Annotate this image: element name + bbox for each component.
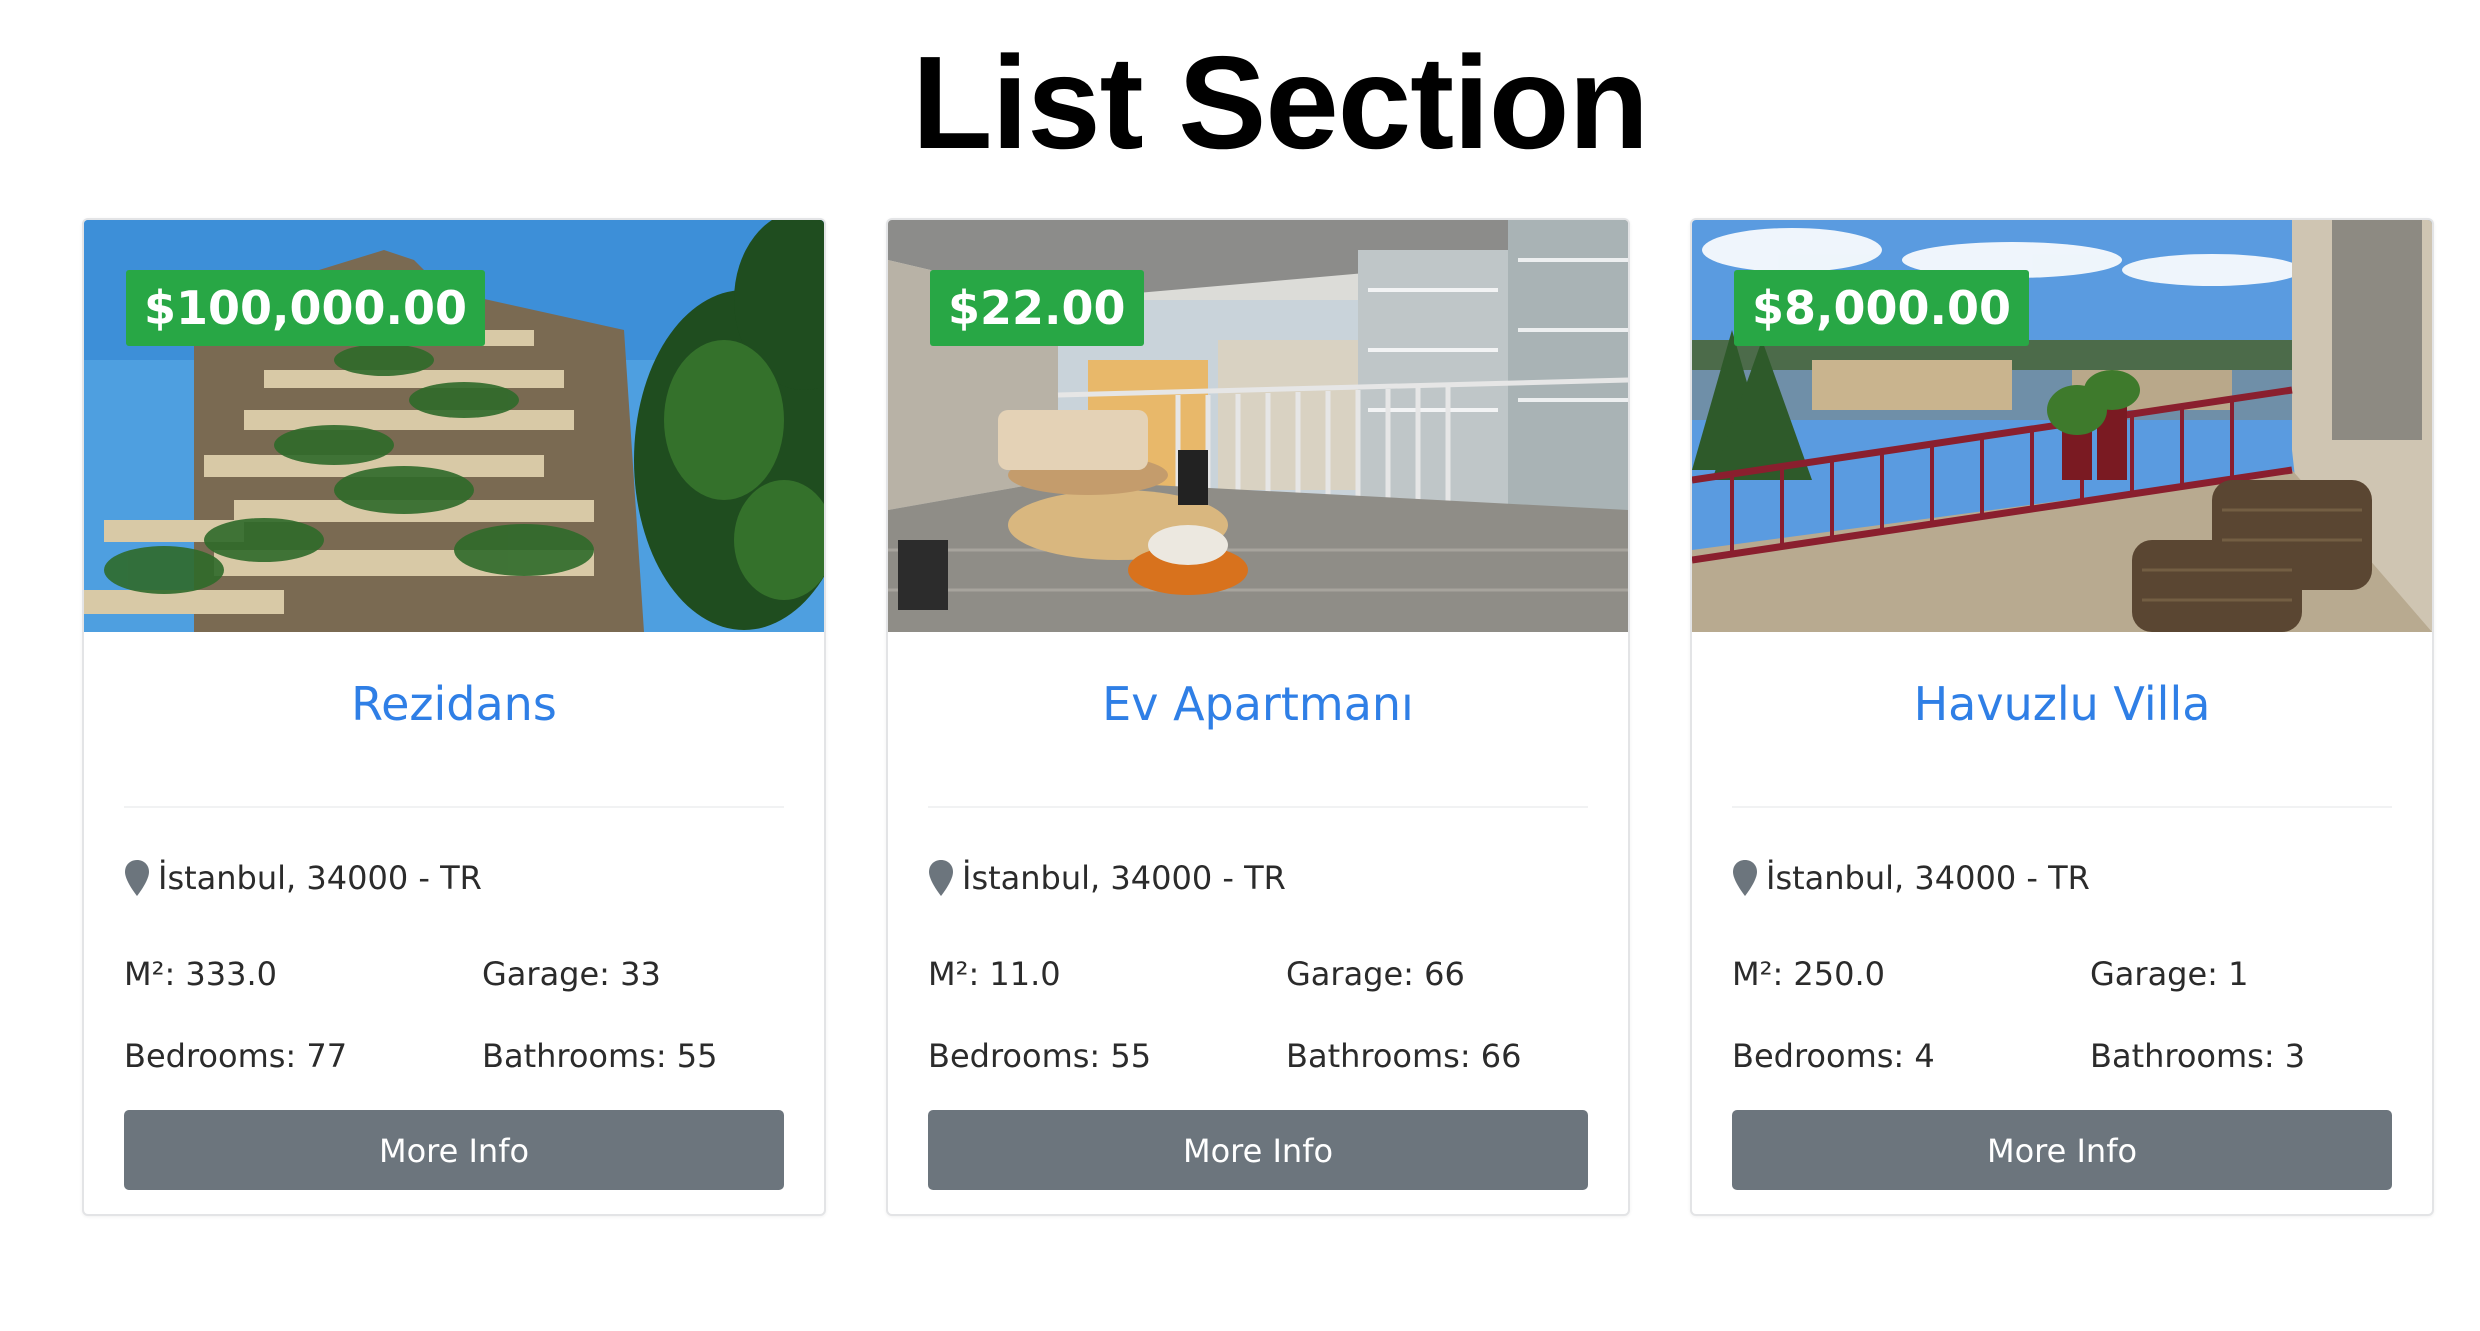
bedrooms-value: Bedrooms: 55 xyxy=(928,1037,1152,1075)
listing-card: $100,000.00 Rezidans İstanbul, 34000 - T… xyxy=(82,218,826,1216)
more-info-button[interactable]: More Info xyxy=(124,1110,784,1190)
divider xyxy=(928,806,1588,808)
listing-photo: $22.00 xyxy=(888,220,1628,632)
price-badge: $22.00 xyxy=(930,270,1144,346)
map-pin-icon xyxy=(1732,859,1758,897)
bathrooms-value: Bathrooms: 66 xyxy=(1286,1037,1522,1075)
price-badge: $100,000.00 xyxy=(126,270,486,346)
listing-body: Havuzlu Villa İstanbul, 34000 - TR M²: 2… xyxy=(1732,632,2392,1214)
area-value: M²: 11.0 xyxy=(928,955,1061,993)
listing-grid: $100,000.00 Rezidans İstanbul, 34000 - T… xyxy=(82,218,2434,1216)
listing-card: $22.00 Ev Apartmanı İstanbul, 34000 - TR… xyxy=(886,218,1630,1216)
garage-value: Garage: 66 xyxy=(1286,955,1465,993)
listing-title-link[interactable]: Havuzlu Villa xyxy=(1732,674,2392,734)
listing-location: İstanbul, 34000 - TR xyxy=(928,858,1286,898)
location-text: İstanbul, 34000 - TR xyxy=(962,859,1286,897)
area-value: M²: 333.0 xyxy=(124,955,277,993)
location-text: İstanbul, 34000 - TR xyxy=(158,859,482,897)
map-pin-icon xyxy=(124,859,150,897)
area-value: M²: 250.0 xyxy=(1732,955,1885,993)
price-badge: $8,000.00 xyxy=(1734,270,2029,346)
bedrooms-value: Bedrooms: 77 xyxy=(124,1037,348,1075)
listing-photo: $8,000.00 xyxy=(1692,220,2432,632)
garage-value: Garage: 1 xyxy=(2090,955,2249,993)
listing-body: Ev Apartmanı İstanbul, 34000 - TR M²: 11… xyxy=(928,632,1588,1214)
listing-title-link[interactable]: Ev Apartmanı xyxy=(928,674,1588,734)
listing-photo: $100,000.00 xyxy=(84,220,824,632)
more-info-button[interactable]: More Info xyxy=(928,1110,1588,1190)
more-info-button[interactable]: More Info xyxy=(1732,1110,2392,1190)
location-text: İstanbul, 34000 - TR xyxy=(1766,859,2090,897)
page: List Section $100,000.00 Rezidans İstanb… xyxy=(0,0,2480,1331)
divider xyxy=(124,806,784,808)
listing-body: Rezidans İstanbul, 34000 - TR M²: 333.0 … xyxy=(124,632,784,1214)
garage-value: Garage: 33 xyxy=(482,955,661,993)
divider xyxy=(1732,806,2392,808)
section-title: List Section xyxy=(911,29,1649,176)
bathrooms-value: Bathrooms: 55 xyxy=(482,1037,718,1075)
listing-location: İstanbul, 34000 - TR xyxy=(124,858,482,898)
map-pin-icon xyxy=(928,859,954,897)
listing-title-link[interactable]: Rezidans xyxy=(124,674,784,734)
listing-location: İstanbul, 34000 - TR xyxy=(1732,858,2090,898)
bathrooms-value: Bathrooms: 3 xyxy=(2090,1037,2306,1075)
bedrooms-value: Bedrooms: 4 xyxy=(1732,1037,1935,1075)
listing-card: $8,000.00 Havuzlu Villa İstanbul, 34000 … xyxy=(1690,218,2434,1216)
